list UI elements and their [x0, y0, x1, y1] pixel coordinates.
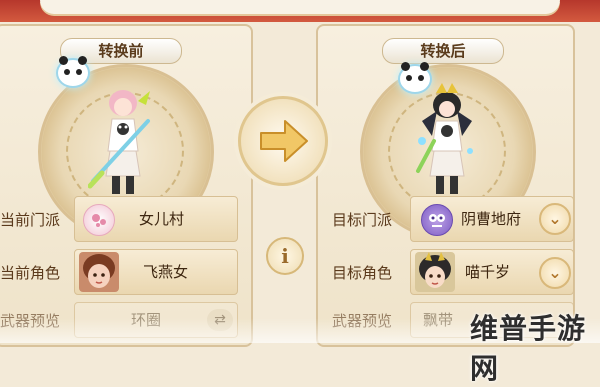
header-frame	[40, 0, 560, 14]
target-role-label: 目标角色	[332, 264, 393, 282]
current-sect-field: 女儿村	[74, 196, 238, 242]
convert-arrow-icon	[238, 96, 328, 186]
current-role-value: 飞燕女	[143, 263, 189, 281]
current-role-field: 飞燕女	[74, 249, 238, 295]
chevron-down-icon[interactable]: ⌄	[539, 203, 571, 235]
nuer-village-emblem-icon	[83, 204, 115, 236]
miaoqiansui-portrait	[415, 252, 455, 292]
target-sect-value: 阴曹地府	[461, 210, 522, 228]
after-panel: 转换后	[316, 24, 575, 347]
feiyannv-portrait	[79, 252, 119, 292]
target-sect-dropdown[interactable]: 阴曹地府 ⌄	[410, 196, 574, 242]
current-sect-label: 当前门派	[0, 211, 61, 229]
target-role-dropdown[interactable]: 喵千岁 ⌄	[410, 249, 574, 295]
info-button[interactable]: i	[266, 237, 304, 275]
current-role-label: 当前角色	[0, 264, 61, 282]
current-sect-value: 女儿村	[139, 210, 185, 228]
underworld-emblem-icon	[421, 204, 453, 236]
after-character-model	[416, 83, 473, 194]
window-header	[0, 0, 600, 22]
after-title: 转换后	[382, 38, 504, 64]
target-sect-label: 目标门派	[332, 211, 393, 229]
before-character-model	[88, 90, 150, 194]
before-panel: 转换前	[0, 24, 253, 347]
target-role-value: 喵千岁	[465, 263, 511, 281]
right-arrow-icon	[260, 120, 308, 162]
chevron-down-icon[interactable]: ⌄	[539, 257, 571, 289]
site-watermark: 维普手游网	[470, 312, 587, 385]
panda-pet-icon	[56, 56, 90, 88]
